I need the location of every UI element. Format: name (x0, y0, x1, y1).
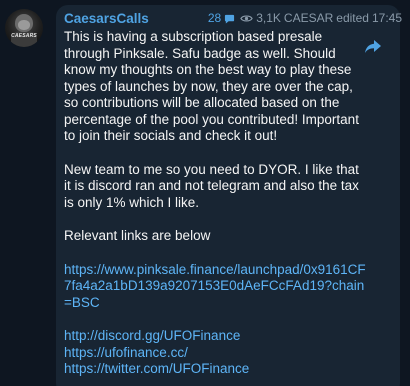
reply-count[interactable]: 28 (208, 11, 221, 25)
forward-icon[interactable] (362, 35, 384, 57)
author-name[interactable]: CaesarsCalls (64, 11, 149, 26)
link-website[interactable]: https://ufofinance.cc/ (64, 345, 188, 360)
edited-label: edited (336, 11, 369, 25)
message-paragraph: Relevant links are below (64, 228, 211, 243)
link-pinksale[interactable]: https://www.pinksale.finance/launchpad/0… (64, 262, 366, 310)
message-time: 17:45 (371, 11, 402, 25)
message-meta: 28 3,1K CAESAR edited 17:45 (208, 11, 402, 25)
message-header: CaesarsCalls 28 3,1K CAESAR edited 17:45 (64, 11, 402, 29)
avatar-face-shape (18, 20, 30, 30)
avatar-logo-text: CAESARS (11, 33, 37, 39)
link-discord[interactable]: http://discord.gg/UFOFinance (64, 328, 240, 343)
message-paragraph: New team to me so you need to DYOR. I li… (64, 161, 359, 210)
channel-signature: CAESAR (283, 11, 334, 25)
reply-icon[interactable] (224, 13, 235, 24)
link-twitter[interactable]: https://twitter.com/UFOFinance (64, 361, 249, 376)
view-count: 3,1K (256, 11, 281, 25)
message-paragraph: This is having a subscription based pres… (64, 29, 359, 143)
avatar[interactable]: CAESARS (5, 9, 43, 47)
eye-icon (240, 14, 253, 22)
message-body: This is having a subscription based pres… (64, 29, 368, 378)
